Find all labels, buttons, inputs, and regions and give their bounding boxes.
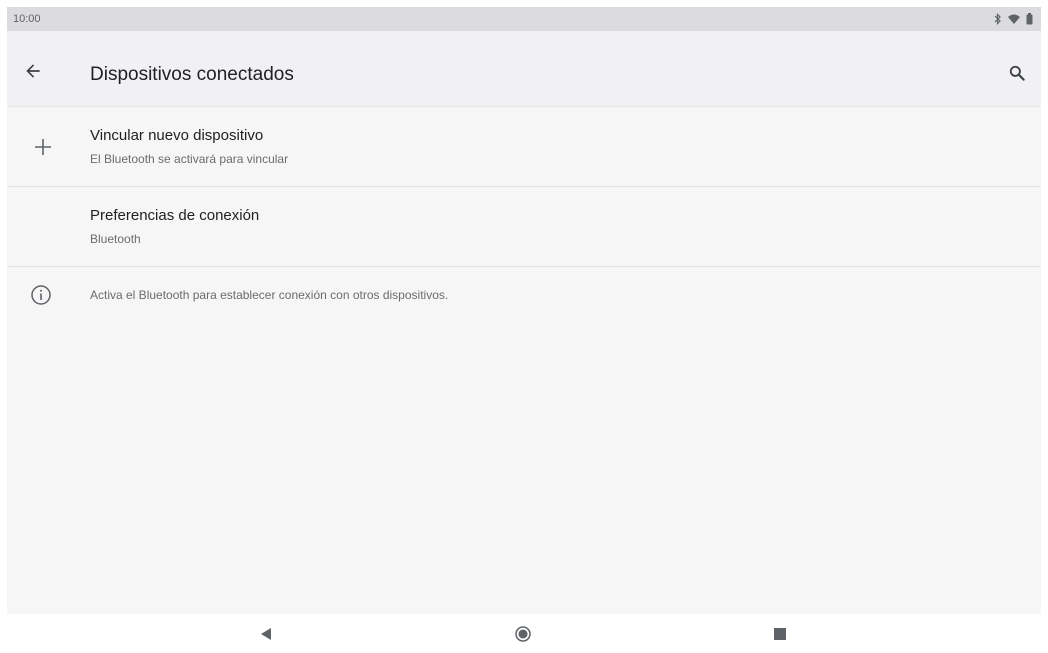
connection-preferences-title: Preferencias de conexión bbox=[90, 207, 260, 224]
back-triangle-icon bbox=[261, 628, 271, 640]
pair-new-device-item[interactable]: Vincular nuevo dispositivo El Bluetooth … bbox=[7, 107, 1041, 187]
status-icons bbox=[994, 13, 1033, 25]
plus-icon bbox=[35, 139, 51, 155]
navigation-bar bbox=[0, 614, 1048, 653]
search-button[interactable] bbox=[1001, 57, 1033, 89]
plus-icon-slot bbox=[27, 131, 59, 163]
home-circle-icon bbox=[515, 626, 531, 642]
recents-square-icon bbox=[774, 628, 786, 640]
connection-preferences-summary: Bluetooth bbox=[90, 232, 141, 246]
pair-new-device-summary: El Bluetooth se activará para vincular bbox=[90, 152, 289, 166]
bluetooth-info-text: Activa el Bluetooth para establecer cone… bbox=[90, 288, 449, 302]
arrow-back-icon bbox=[26, 64, 40, 78]
wifi-icon bbox=[1008, 14, 1020, 24]
search-icon bbox=[1009, 65, 1025, 81]
pair-new-device-title: Vincular nuevo dispositivo bbox=[90, 127, 264, 144]
page-title: Dispositivos conectados bbox=[90, 64, 294, 85]
settings-list: Vincular nuevo dispositivo El Bluetooth … bbox=[7, 107, 1041, 327]
battery-icon bbox=[1026, 13, 1033, 25]
back-button[interactable] bbox=[17, 55, 49, 87]
nav-home-button[interactable] bbox=[511, 622, 535, 646]
info-icon bbox=[31, 285, 51, 305]
bluetooth-info-row: Activa el Bluetooth para establecer cone… bbox=[7, 267, 1041, 327]
app-bar: Dispositivos conectados bbox=[7, 31, 1041, 107]
status-time: 10:00 bbox=[13, 13, 41, 25]
connection-preferences-item[interactable]: Preferencias de conexión Bluetooth bbox=[7, 187, 1041, 267]
settings-screen: 10:00 Dispositivos conectados Vincular n… bbox=[7, 7, 1041, 614]
status-bar: 10:00 bbox=[7, 7, 1041, 31]
nav-back-button[interactable] bbox=[254, 622, 278, 646]
nav-recents-button[interactable] bbox=[768, 622, 792, 646]
bluetooth-icon bbox=[994, 13, 1001, 25]
info-icon-slot bbox=[27, 281, 55, 309]
